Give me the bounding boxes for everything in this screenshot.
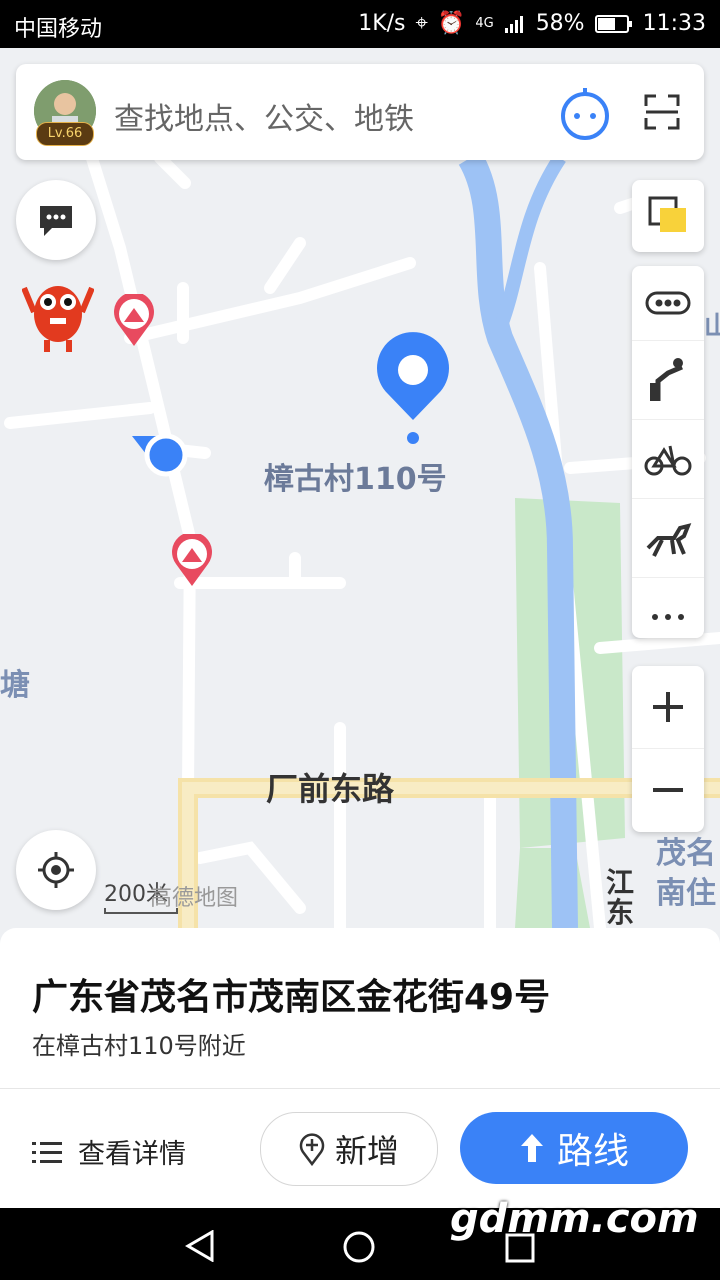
map-place-label: 山 (704, 312, 720, 342)
minor-road-4 (264, 237, 306, 294)
walk-button[interactable] (632, 341, 704, 420)
message-button[interactable] (16, 180, 96, 260)
place-nearby: 在樟古村110号附近 (32, 1032, 246, 1060)
current-location-icon (132, 433, 188, 477)
alarm-icon: ⏰ (437, 11, 466, 36)
more-icon (652, 614, 684, 620)
brand-logo: 高德地图 (150, 886, 239, 911)
view-details-label: 查看详情 (78, 1139, 186, 1170)
minus-icon (653, 788, 683, 792)
map-place-label: 南住 (656, 876, 716, 911)
home-icon[interactable] (342, 1230, 376, 1264)
add-label: 新增 (334, 1132, 399, 1170)
signal-icon (504, 15, 523, 33)
more-button[interactable] (632, 578, 704, 656)
map-place-label: 茂名 (656, 836, 716, 871)
construction-marker-icon[interactable] (112, 294, 156, 348)
layers-button[interactable] (632, 180, 704, 252)
ride-button[interactable] (632, 499, 704, 578)
add-button[interactable]: 新增 (260, 1112, 438, 1186)
back-icon[interactable] (184, 1230, 216, 1262)
place-address: 广东省茂名市茂南区金花街49号 (32, 977, 551, 1018)
battery-icon (594, 14, 632, 33)
zoom-out-button[interactable] (632, 749, 704, 831)
search-bar[interactable]: Lv.66 查找地点、公交、地铁 (16, 64, 704, 160)
carrier-name: 中国移动 (14, 17, 103, 42)
battery-percent: 58% (535, 11, 585, 36)
locate-button[interactable] (16, 830, 96, 910)
destination-pin-icon[interactable] (370, 328, 456, 448)
ride-icon (646, 523, 692, 557)
map-place-label: 塘 (0, 668, 30, 703)
network-speed: 1K/s (358, 11, 406, 36)
location-icon: ⌖ (415, 11, 428, 36)
scan-icon[interactable] (644, 94, 680, 130)
side-toolbar (632, 266, 704, 638)
map-place-label: 江东 (606, 866, 635, 928)
add-pin-icon (299, 1133, 325, 1166)
status-icons: 1K/s ⌖ ⏰ 4G 58% 11:33 (358, 11, 706, 36)
zoom-controls (632, 666, 704, 832)
message-icon (40, 206, 72, 236)
watermark: gdmm.com (450, 1196, 699, 1242)
view-details-button[interactable]: 查看详情 (32, 1132, 186, 1171)
route-label: 路线 (556, 1131, 629, 1172)
clock: 11:33 (642, 11, 706, 36)
divider (0, 1088, 720, 1089)
map-view[interactable]: 樟古村110号 厂前东路 塘 茂名 南住 江东 山 200米 高德地图 (0, 48, 720, 928)
walk-icon (650, 358, 683, 401)
traffic-icon (645, 291, 691, 315)
pin-label: 樟古村110号 (264, 462, 447, 497)
river-branch (493, 154, 566, 331)
traffic-button[interactable] (632, 266, 704, 341)
road-label: 厂前东路 (266, 770, 395, 808)
network-type: 4G (475, 16, 494, 31)
minor-road-2 (4, 402, 156, 429)
mascot-icon[interactable] (22, 274, 94, 354)
level-badge: Lv.66 (36, 122, 94, 146)
list-icon (32, 1141, 62, 1163)
zoom-in-button[interactable] (632, 666, 704, 749)
status-bar: 中国移动 1K/s ⌖ ⏰ 4G 58% 11:33 (0, 0, 720, 48)
minor-road-14 (154, 152, 191, 189)
crosshair-icon (38, 852, 74, 888)
place-card: 广东省茂名市茂南区金花街49号 在樟古村110号附近 查看详情 新增 路线 (0, 928, 720, 1208)
plus-icon (653, 692, 683, 722)
route-button[interactable]: 路线 (460, 1112, 688, 1184)
bike-icon (644, 445, 692, 476)
route-arrow-icon (520, 1134, 543, 1162)
layers-icon (648, 196, 686, 232)
voice-assistant-icon[interactable] (558, 86, 612, 140)
construction-marker-icon[interactable] (170, 534, 214, 588)
search-input[interactable]: 查找地点、公交、地铁 (114, 94, 414, 138)
bike-button[interactable] (632, 420, 704, 499)
minor-road-3 (124, 257, 416, 344)
